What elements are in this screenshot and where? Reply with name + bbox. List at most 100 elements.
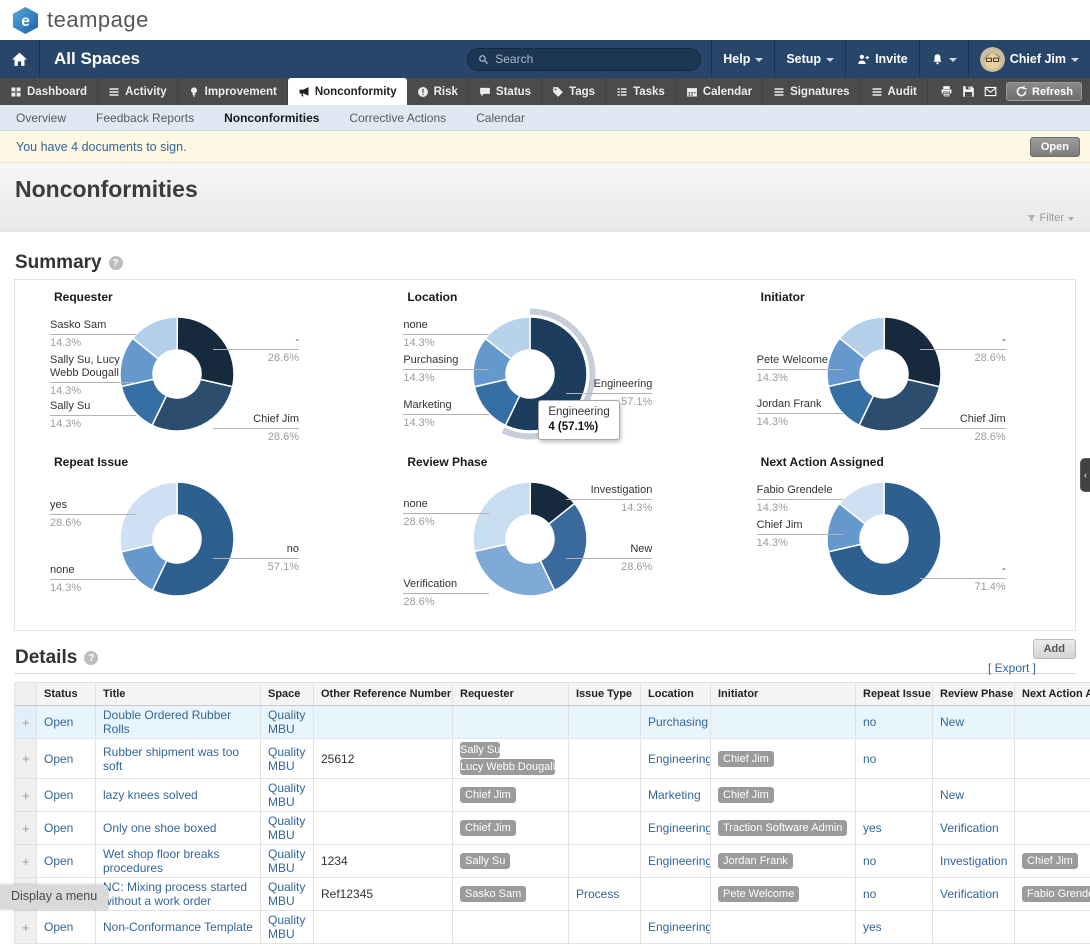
tab-tasks[interactable]: Tasks <box>606 78 676 105</box>
link-repeat[interactable]: no <box>863 854 876 868</box>
link-title[interactable]: NC: Mixing process started without a wor… <box>103 880 247 908</box>
link-location[interactable]: Engineering <box>648 752 711 766</box>
column-header-initiator[interactable]: Initiator <box>711 683 856 706</box>
print-icon[interactable] <box>940 85 953 98</box>
search-box[interactable] <box>467 48 701 71</box>
subnav-item-corrective-actions[interactable]: Corrective Actions <box>349 111 446 125</box>
link-location[interactable]: Marketing <box>648 788 701 802</box>
link-repeat[interactable]: no <box>863 752 876 766</box>
user-badge[interactable]: Sally Su <box>460 742 500 758</box>
tab-calendar[interactable]: Calendar <box>676 78 763 105</box>
expand-row-button[interactable]: + <box>15 706 37 739</box>
link-status[interactable]: Open <box>44 920 73 934</box>
column-header-phase[interactable]: Review Phase <box>933 683 1015 706</box>
link-space[interactable]: Quality MBU <box>268 814 305 842</box>
link-phase[interactable]: Verification <box>940 887 999 901</box>
setup-menu[interactable]: Setup <box>774 40 845 78</box>
user-badge[interactable]: Jordan Frank <box>718 853 793 869</box>
column-header-issue_type[interactable]: Issue Type <box>569 683 641 706</box>
column-header-space[interactable]: Space <box>261 683 314 706</box>
link-title[interactable]: Rubber shipment was too soft <box>103 745 239 773</box>
user-badge[interactable]: Chief Jim <box>718 751 774 767</box>
add-button[interactable]: Add <box>1033 639 1076 659</box>
user-badge[interactable]: Pete Welcome <box>718 886 799 902</box>
column-header-repeat[interactable]: Repeat Issue <box>856 683 933 706</box>
link-space[interactable]: Quality MBU <box>268 880 305 908</box>
open-documents-button[interactable]: Open <box>1030 137 1080 157</box>
link-phase[interactable]: New <box>940 715 964 729</box>
link-status[interactable]: Open <box>44 788 73 802</box>
home-button[interactable] <box>0 40 40 78</box>
subnav-item-nonconformities[interactable]: Nonconformities <box>224 111 319 125</box>
search-input[interactable] <box>495 52 675 66</box>
tab-nonconformity[interactable]: Nonconformity <box>288 78 407 105</box>
link-title[interactable]: Only one shoe boxed <box>103 821 216 835</box>
link-title[interactable]: Double Ordered Rubber Rolls <box>103 708 231 736</box>
tab-audit[interactable]: Audit <box>861 78 928 105</box>
link-location[interactable]: Engineering <box>648 854 711 868</box>
link-space[interactable]: Quality MBU <box>268 781 305 809</box>
link-space[interactable]: Quality MBU <box>268 708 305 736</box>
user-badge[interactable]: Chief Jim <box>460 787 516 803</box>
user-badge[interactable]: Chief Jim <box>460 820 516 836</box>
column-header-ref[interactable]: Other Reference Number <box>314 683 453 706</box>
link-space[interactable]: Quality MBU <box>268 913 305 941</box>
invite-button[interactable]: Invite <box>845 40 919 78</box>
link-location[interactable]: Engineering <box>648 821 711 835</box>
column-header-requester[interactable]: Requester <box>453 683 569 706</box>
help-icon[interactable]: ? <box>84 651 98 665</box>
user-badge[interactable]: Sally Su <box>460 853 510 869</box>
expand-row-button[interactable]: + <box>15 812 37 845</box>
tab-risk[interactable]: Risk <box>407 78 469 105</box>
link-status[interactable]: Open <box>44 715 73 729</box>
expand-row-button[interactable]: + <box>15 845 37 878</box>
user-badge[interactable]: Chief Jim <box>1022 853 1078 869</box>
notifications-menu[interactable] <box>919 40 968 78</box>
filter-control[interactable]: Filter <box>1027 212 1074 224</box>
link-status[interactable]: Open <box>44 752 73 766</box>
user-badge[interactable]: Lucy Webb Dougall <box>460 759 555 775</box>
column-header-location[interactable]: Location <box>641 683 711 706</box>
refresh-button[interactable]: Refresh <box>1006 82 1082 101</box>
link-space[interactable]: Quality MBU <box>268 745 305 773</box>
user-badge[interactable]: Sasko Sam <box>460 886 526 902</box>
export-link[interactable]: [ Export ] <box>988 661 1036 675</box>
tab-dashboard[interactable]: Dashboard <box>0 78 98 105</box>
link-location[interactable]: Engineering <box>648 920 711 934</box>
link-status[interactable]: Open <box>44 854 73 868</box>
link-title[interactable]: lazy knees solved <box>103 788 198 802</box>
tab-improvement[interactable]: Improvement <box>178 78 288 105</box>
column-header-status[interactable]: Status <box>37 683 96 706</box>
link-title[interactable]: Non-Conformance Template <box>103 920 253 934</box>
subnav-item-feedback-reports[interactable]: Feedback Reports <box>96 111 194 125</box>
link-space[interactable]: Quality MBU <box>268 847 305 875</box>
subnav-item-calendar[interactable]: Calendar <box>476 111 525 125</box>
link-repeat[interactable]: yes <box>863 920 882 934</box>
link-title[interactable]: Wet shop floor breaks procedures <box>103 847 220 875</box>
tab-status[interactable]: Status <box>469 78 542 105</box>
help-menu[interactable]: Help <box>711 40 774 78</box>
expand-row-button[interactable]: + <box>15 739 37 779</box>
user-badge[interactable]: Chief Jim <box>718 787 774 803</box>
expand-row-button[interactable]: + <box>15 779 37 812</box>
tab-signatures[interactable]: Signatures <box>763 78 860 105</box>
link-repeat[interactable]: no <box>863 887 876 901</box>
user-badge[interactable]: Fabio Grendele <box>1022 886 1090 902</box>
column-header-next_action[interactable]: Next Action Assigned <box>1015 683 1090 706</box>
link-phase[interactable]: Verification <box>940 821 999 835</box>
subnav-item-overview[interactable]: Overview <box>16 111 66 125</box>
tab-tags[interactable]: Tags <box>542 78 606 105</box>
user-badge[interactable]: Traction Software Admin <box>718 820 847 836</box>
tab-activity[interactable]: Activity <box>98 78 178 105</box>
column-header-expand[interactable] <box>15 683 37 706</box>
email-icon[interactable] <box>984 85 997 98</box>
link-repeat[interactable]: yes <box>863 821 882 835</box>
help-icon[interactable]: ? <box>109 256 123 270</box>
link-repeat[interactable]: no <box>863 715 876 729</box>
user-menu[interactable]: Chief Jim <box>968 40 1090 78</box>
save-icon[interactable] <box>962 85 975 98</box>
expand-row-button[interactable]: + <box>15 911 37 944</box>
column-header-title[interactable]: Title <box>96 683 261 706</box>
link-location[interactable]: Purchasing <box>648 715 708 729</box>
link-issue_type[interactable]: Process <box>576 887 619 901</box>
